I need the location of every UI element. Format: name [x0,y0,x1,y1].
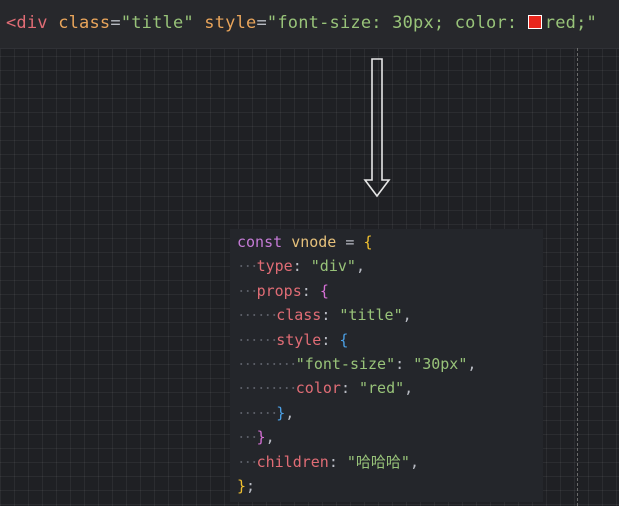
semicolon: ; [246,476,256,495]
indent-guide [256,400,277,426]
property-key: type [256,257,293,276]
const-keyword: const [237,233,283,251]
indent-guide [237,376,257,401]
open-brace: { [363,233,373,251]
property-key: class [276,306,322,325]
open-brace: { [319,281,329,300]
string-key: "font-size" [295,354,396,373]
string-value: "title" [339,306,403,325]
code-line: children: "哈哈哈", [237,449,543,474]
indent-guide [237,278,257,304]
indent-guide [256,351,277,377]
variable-name: vnode [291,233,337,251]
property-key: children [256,452,329,471]
code-line: }, [237,400,543,426]
indent-guide [256,303,277,328]
close-brace: } [276,403,286,422]
class-attribute: class [58,13,111,33]
style-attribute-value: "font-size: 30px; color: [266,13,528,33]
property-key: props [256,281,302,300]
indent-guide [237,327,257,352]
property-key: color [295,379,341,398]
html-code-text: <div class="title" style="font-size: 30p… [6,13,597,33]
indent-guide [237,425,257,450]
indent-guide [256,376,277,401]
code-line: class: "title", [237,303,543,328]
indent-guide [237,351,257,377]
indent-guide [256,327,277,352]
equals-sign: = [256,13,267,33]
indent-guide [237,303,257,328]
close-brace: } [256,428,266,447]
open-brace: { [339,330,349,349]
indent-guide [276,376,296,401]
indent-guide [276,351,296,377]
vnode-code-block: const vnode = { type: "div", props: { cl… [230,229,543,502]
code-line: "font-size": "30px", [237,351,543,377]
equals-sign: = [110,13,121,33]
color-swatch-icon[interactable] [527,15,542,29]
string-value: "div" [310,257,356,276]
code-line: }; [237,474,543,498]
code-line: }, [237,425,543,450]
style-attribute-value-end: red;" [544,13,597,33]
code-line: const vnode = { [237,230,543,254]
property-key: style [276,330,322,349]
source-html-line: <div class="title" style="font-size: 30p… [0,0,619,49]
tag-open: <div [6,13,59,33]
string-value: "哈哈哈" [346,452,410,471]
close-brace: } [237,476,247,495]
code-line: color: "red", [237,376,543,401]
editor-ruler-guide [577,48,578,506]
indent-guide [237,254,257,279]
string-value: "red" [359,379,405,398]
indent-guide [237,449,257,474]
code-line: type: "div", [237,254,543,279]
code-line: props: { [237,278,543,304]
down-arrow-icon [363,58,391,198]
string-value: "30px" [413,354,468,373]
style-attribute: style [204,13,257,33]
indent-guide [237,400,257,426]
code-line: style: { [237,327,543,352]
assign-operator: = [345,233,355,251]
class-attribute-value: "title" [120,13,194,33]
